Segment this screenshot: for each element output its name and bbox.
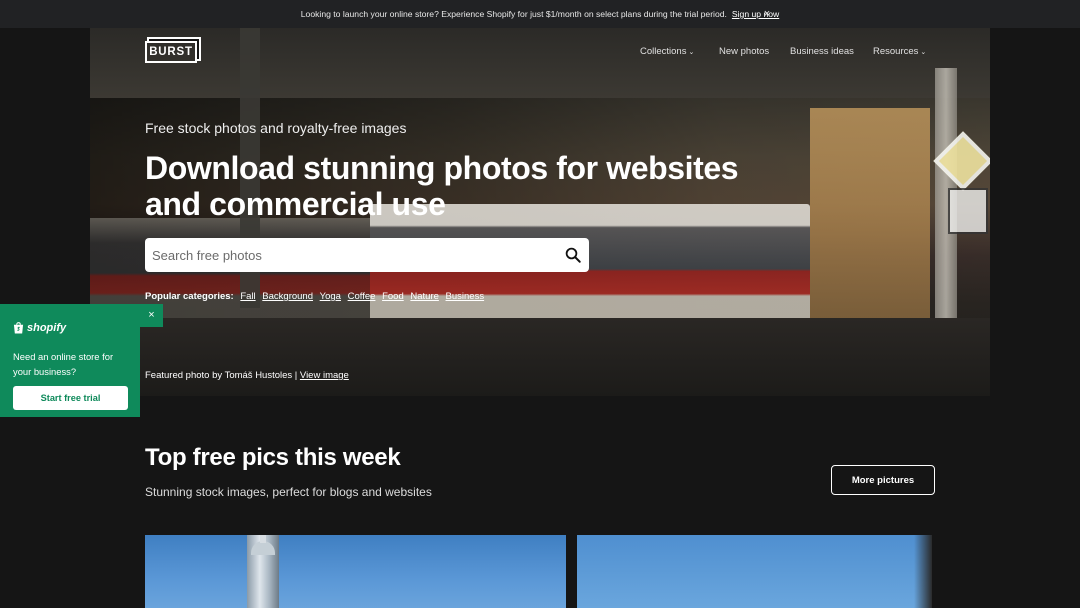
category-link[interactable]: Food <box>382 291 404 302</box>
popular-categories: Popular categories: Fall Background Yoga… <box>145 291 484 302</box>
section-subtitle: Stunning stock images, perfect for blogs… <box>145 485 432 499</box>
nav-collections[interactable]: Collections ⌄ <box>640 46 694 57</box>
more-pictures-button[interactable]: More pictures <box>831 465 935 495</box>
chevron-down-icon: ⌄ <box>688 49 695 56</box>
category-link[interactable]: Fall <box>240 291 255 302</box>
category-link[interactable]: Business <box>446 291 485 302</box>
search-icon[interactable] <box>564 246 582 264</box>
photo-thumbnail[interactable] <box>577 535 932 608</box>
popular-categories-label: Popular categories: <box>145 291 234 302</box>
burst-logo[interactable]: BURST <box>145 41 197 63</box>
announcement-text: Looking to launch your online store? Exp… <box>300 9 727 19</box>
announcement-bar: Looking to launch your online store? Exp… <box>0 0 1080 28</box>
hero-subtitle: Free stock photos and royalty-free image… <box>145 120 407 136</box>
start-free-trial-button[interactable]: Start free trial <box>13 386 128 410</box>
search-input[interactable] <box>152 247 552 263</box>
nav-resources[interactable]: Resources ⌄ <box>873 46 926 57</box>
photo-thumbnail[interactable] <box>145 535 566 608</box>
close-promo-icon[interactable]: × <box>140 304 163 327</box>
search-bar <box>145 238 589 272</box>
hero-headline: Download stunning photos for websites an… <box>145 150 739 222</box>
category-link[interactable]: Coffee <box>348 291 376 302</box>
chevron-down-icon: ⌄ <box>920 49 927 56</box>
promo-text: Need an online store for your business? <box>13 351 114 377</box>
category-link[interactable]: Background <box>262 291 313 302</box>
photo-credit: Featured photo by Tomáš Hustoles | View … <box>145 370 349 381</box>
category-link[interactable]: Yoga <box>320 291 341 302</box>
close-announcement-icon[interactable]: × <box>760 6 774 22</box>
view-image-link[interactable]: View image <box>300 370 349 381</box>
nav-new-photos[interactable]: New photos <box>719 46 769 57</box>
section-title: Top free pics this week <box>145 444 401 471</box>
shopify-logo: shopify <box>13 321 66 334</box>
nav-business-ideas[interactable]: Business ideas <box>790 46 854 57</box>
shopping-bag-icon <box>13 322 24 334</box>
category-link[interactable]: Nature <box>410 291 439 302</box>
